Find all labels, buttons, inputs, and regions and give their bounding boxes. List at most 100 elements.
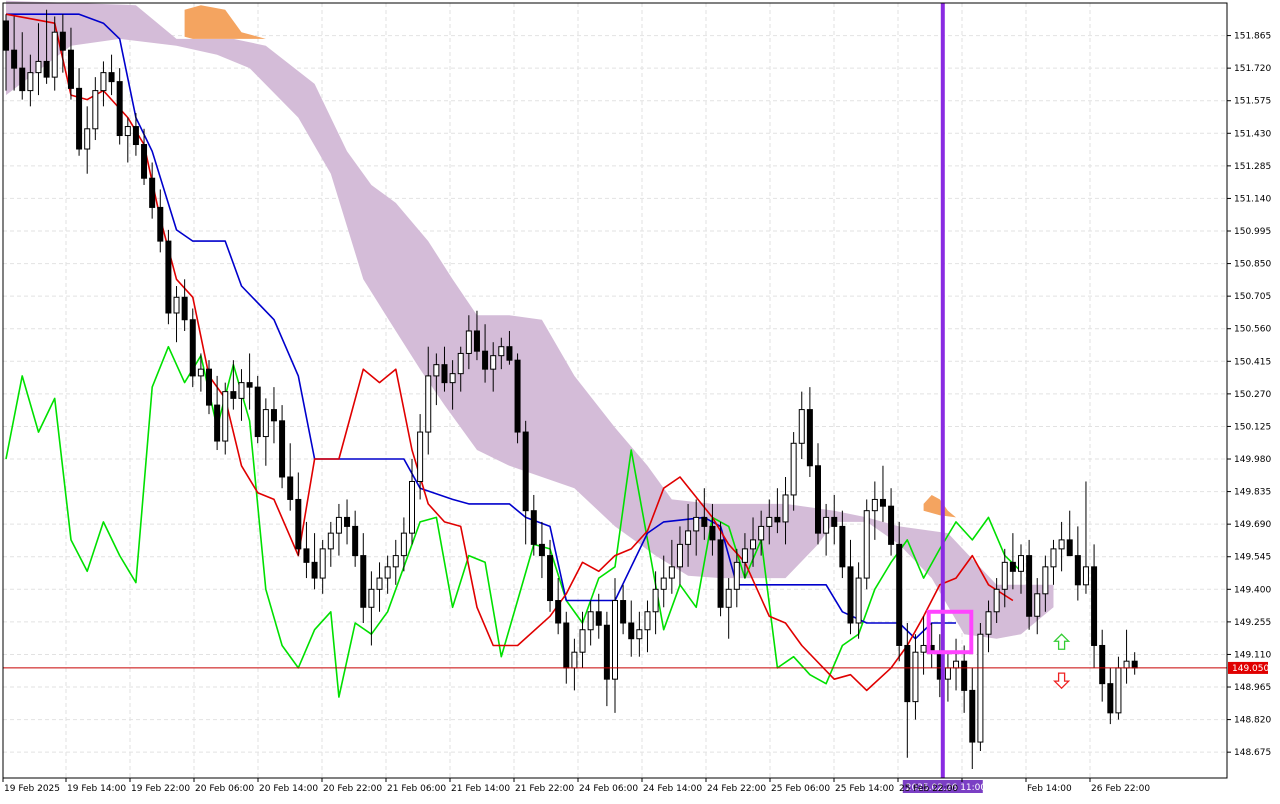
candle-body [214,404,221,442]
candle-body [823,516,830,534]
candle-body [490,355,497,370]
y-tick-label: 151.575 [1234,97,1271,107]
x-tick-label: 21 Feb 06:00 [387,784,446,794]
candle-body [693,516,700,532]
candle-body [149,177,156,208]
candle-body [603,624,610,680]
x-tick-label: 20 Feb 22:00 [323,784,382,794]
y-tick-label: 150.995 [1234,227,1271,237]
candle-body [344,516,351,527]
candle-body [1082,566,1089,586]
candle-body [725,588,732,608]
candle-body [1066,539,1073,557]
candle-body [384,566,391,579]
x-tick-label: 25 Feb 06:00 [771,784,830,794]
candle-body [758,525,765,541]
candle-body [295,498,302,550]
candle-body [1009,561,1016,572]
candle-body [1115,667,1122,714]
candle-body [1107,683,1114,714]
candle-body [888,505,895,545]
candle-body [774,516,781,523]
candle-body [522,431,529,512]
candle-body [961,660,968,691]
candle-body [76,87,83,150]
y-tick-label: 150.270 [1234,390,1271,400]
x-tick-label: 19 Feb 22:00 [131,784,190,794]
candle-body [839,525,846,568]
candle-body [782,494,789,523]
candle-body [506,346,513,361]
candle-body [1050,548,1057,568]
candle-body [327,532,334,550]
y-tick-label: 148.965 [1234,683,1271,693]
candle-body [441,364,448,384]
y-tick-label: 150.705 [1234,292,1271,302]
candle-body [750,539,757,550]
candle-body [1001,561,1008,590]
x-tick-label: 24 Feb 06:00 [579,784,638,794]
candle-body [993,588,1000,613]
candle-body [319,548,326,579]
candle-body [538,543,545,557]
y-tick-label: 149.980 [1234,455,1271,465]
y-tick-label: 149.110 [1234,650,1271,660]
candle-body [1131,660,1138,669]
chart-canvas[interactable]: 149.0502025.02.26 11:00 151.865151.72015… [0,0,1280,800]
y-tick-label: 151.285 [1234,162,1271,172]
candle-body [1034,593,1041,617]
candle-body [19,67,26,92]
candle-body [238,382,245,399]
candle-body [587,611,594,631]
candle-body [368,588,375,608]
candle-body [189,319,196,377]
candle-body [157,206,164,242]
candle-body [303,548,310,563]
x-tick-label: Feb 14:00 [1027,784,1072,794]
x-tick-label: 24 Feb 14:00 [643,784,702,794]
candle-body [67,49,74,89]
y-tick-label: 148.675 [1234,748,1271,758]
candle-body [230,391,237,399]
candle-body [376,577,383,590]
candle-body [530,510,537,545]
candle-body [246,382,253,388]
candle-body [197,368,204,377]
candle-body [181,296,188,321]
candle-body [498,346,505,357]
candle-body [108,72,115,83]
ichimoku-chart[interactable]: 149.050 2025.02.26 11:00 151.865 151.720 15… [0,0,1280,800]
candle-body [514,359,521,433]
candle-body [912,651,919,703]
y-tick-label: 151.430 [1234,129,1271,139]
candle-body [685,530,692,545]
candle-body [944,667,951,680]
y-tick-label: 149.255 [1234,618,1271,628]
x-tick-label: 25 Feb 14:00 [835,784,894,794]
y-tick-label: 149.400 [1234,585,1271,595]
candle-body [425,375,432,433]
candle-body [855,577,862,624]
candle-body [132,126,139,146]
x-tick-label: 21 Feb 22:00 [515,784,574,794]
candle-body [173,296,180,314]
x-tick-label: 26 Feb 22:00 [1091,784,1150,794]
candle-body [165,240,172,314]
candle-body [1058,539,1065,550]
candle-body [896,543,903,646]
candle-body [51,31,58,78]
candle-body [953,660,960,669]
candle-body [352,525,359,557]
x-tick-label: 20 Feb 14:00 [259,784,318,794]
y-tick-label: 149.690 [1234,520,1271,530]
candle-body [1091,566,1098,646]
x-tick-label: 24 Feb 22:00 [707,784,766,794]
candle-body [701,516,708,527]
candle-body [831,516,838,527]
y-tick-label: 149.835 [1234,488,1271,498]
candle-body [100,72,107,92]
candle-body [920,644,927,653]
candle-body [879,498,886,507]
candle-body [969,689,976,743]
y-tick-label: 151.720 [1234,64,1271,74]
